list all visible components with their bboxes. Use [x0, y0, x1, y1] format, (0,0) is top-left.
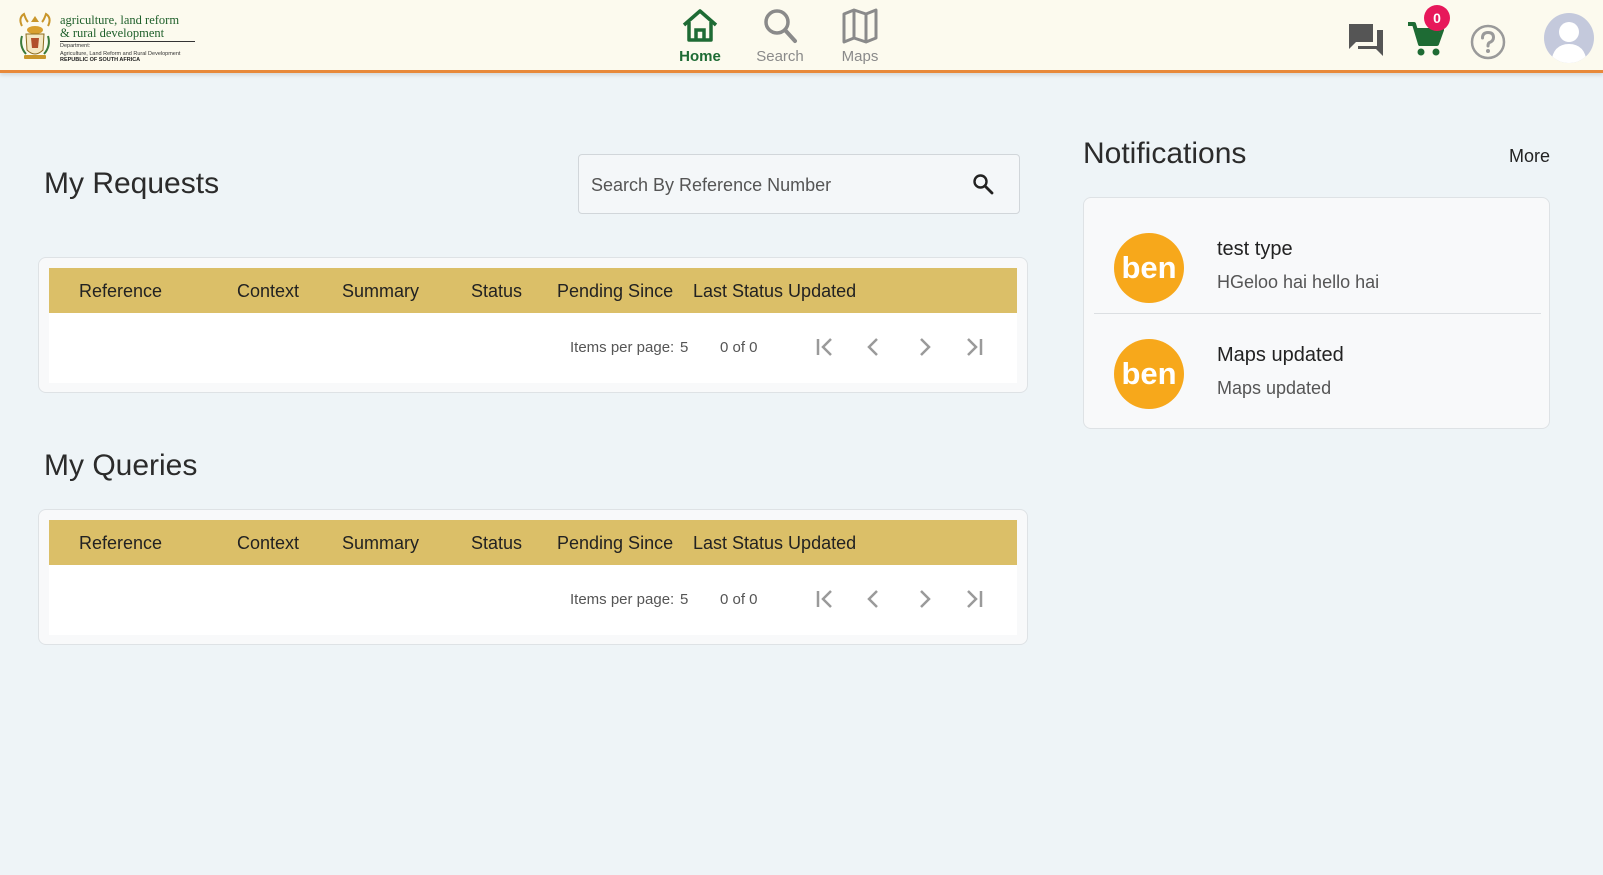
- logo-sub-3: REPUBLIC OF SOUTH AFRICA: [60, 57, 141, 63]
- col-status[interactable]: Status: [471, 533, 522, 554]
- notifications-more-link[interactable]: More: [1509, 146, 1550, 167]
- notification-avatar: ben: [1114, 339, 1184, 409]
- col-pending-since[interactable]: Pending Since: [557, 281, 673, 302]
- notification-title: Maps updated: [1217, 344, 1344, 366]
- next-page-icon[interactable]: [912, 587, 936, 611]
- col-context[interactable]: Context: [237, 533, 299, 554]
- logo-line-2: & rural development: [60, 27, 195, 42]
- items-per-page-select[interactable]: 5: [680, 591, 688, 608]
- notification-item[interactable]: ben test type HGeloo hai hello hai: [1094, 208, 1541, 314]
- items-per-page-label: Items per page:: [570, 591, 675, 608]
- col-reference[interactable]: Reference: [79, 281, 162, 302]
- nav-maps-label: Maps: [841, 48, 879, 65]
- user-avatar[interactable]: [1544, 13, 1594, 63]
- chat-icon[interactable]: [1347, 22, 1385, 58]
- next-page-icon[interactable]: [912, 335, 936, 359]
- notification-body: Maps updated: [1217, 378, 1332, 398]
- requests-paginator: Items per page: 5 0 of 0: [49, 313, 1017, 383]
- my-requests-title: My Requests: [44, 167, 220, 200]
- nav-maps[interactable]: Maps: [820, 6, 900, 65]
- user-silhouette-icon: [1551, 22, 1587, 63]
- page-range-label: 0 of 0: [720, 591, 758, 608]
- col-status[interactable]: Status: [471, 281, 522, 302]
- col-summary[interactable]: Summary: [342, 533, 419, 554]
- nav-home[interactable]: Home: [660, 6, 740, 65]
- notifications-title: Notifications: [1083, 137, 1247, 170]
- col-context[interactable]: Context: [237, 281, 299, 302]
- notifications-card: ben test type HGeloo hai hello hai ben M…: [1083, 197, 1550, 429]
- first-page-icon[interactable]: [813, 587, 837, 611]
- items-per-page-select[interactable]: 5: [680, 339, 688, 356]
- col-last-status-updated[interactable]: Last Status Updated: [693, 281, 856, 302]
- page-range-label: 0 of 0: [720, 339, 758, 356]
- last-page-icon[interactable]: [962, 587, 986, 611]
- cart-count-badge: 0: [1424, 5, 1450, 31]
- reference-search-input[interactable]: [591, 170, 961, 200]
- notification-avatar: ben: [1114, 233, 1184, 303]
- map-icon: [842, 8, 878, 44]
- logo-text: agriculture, land reform & rural develop…: [60, 12, 195, 64]
- last-page-icon[interactable]: [962, 335, 986, 359]
- queries-table-header: Reference Context Summary Status Pending…: [49, 520, 1017, 565]
- search-button-icon[interactable]: [972, 173, 994, 195]
- my-queries-title: My Queries: [44, 449, 198, 482]
- department-logo[interactable]: agriculture, land reform & rural develop…: [16, 12, 198, 64]
- col-summary[interactable]: Summary: [342, 281, 419, 302]
- reference-search-box: [578, 154, 1020, 214]
- items-per-page-label: Items per page:: [570, 339, 675, 356]
- nav-home-label: Home: [679, 48, 721, 65]
- col-pending-since[interactable]: Pending Since: [557, 533, 673, 554]
- requests-table-card: Reference Context Summary Status Pending…: [38, 257, 1028, 393]
- logo-sub-1: Department:: [60, 43, 91, 49]
- home-icon: [682, 9, 718, 42]
- notification-item[interactable]: ben Maps updated Maps updated: [1094, 314, 1541, 420]
- notification-title: test type: [1217, 238, 1293, 260]
- requests-table-header: Reference Context Summary Status Pending…: [49, 268, 1017, 313]
- col-reference[interactable]: Reference: [79, 533, 162, 554]
- nav-search-label: Search: [756, 48, 804, 65]
- col-last-status-updated[interactable]: Last Status Updated: [693, 533, 856, 554]
- notification-body: HGeloo hai hello hai: [1217, 272, 1380, 292]
- queries-table-card: Reference Context Summary Status Pending…: [38, 509, 1028, 645]
- help-icon[interactable]: [1469, 23, 1507, 61]
- top-app-bar: agriculture, land reform & rural develop…: [0, 0, 1603, 73]
- first-page-icon[interactable]: [813, 335, 837, 359]
- search-icon: [764, 9, 797, 43]
- coat-of-arms-icon: [19, 12, 51, 59]
- main-nav: Home Search Maps: [660, 6, 900, 65]
- prev-page-icon[interactable]: [862, 587, 886, 611]
- prev-page-icon[interactable]: [862, 335, 886, 359]
- queries-paginator: Items per page: 5 0 of 0: [49, 565, 1017, 635]
- nav-search[interactable]: Search: [740, 6, 820, 65]
